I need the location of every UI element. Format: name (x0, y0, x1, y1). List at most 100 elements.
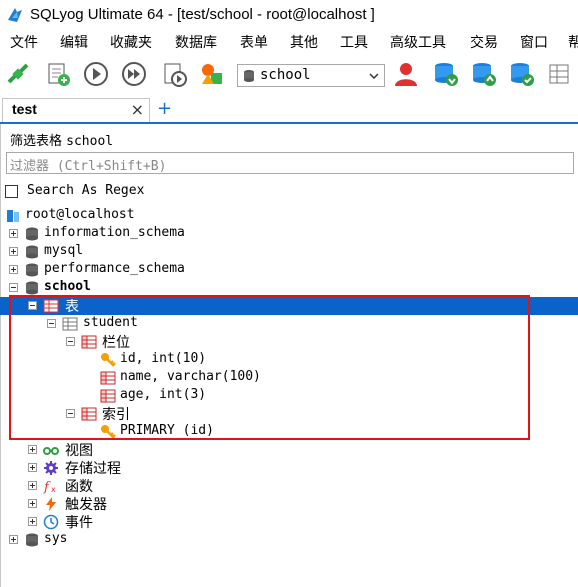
events-label: 事件 (65, 515, 93, 531)
menu-window[interactable]: 窗口 (520, 32, 548, 52)
menu-advanced-tools[interactable]: 高级工具 (390, 32, 446, 52)
column-icon (100, 389, 116, 403)
add-tab-icon[interactable]: + (157, 98, 172, 119)
regex-checkbox[interactable] (5, 185, 18, 198)
tab-label: test (12, 101, 37, 117)
tree-node-table[interactable]: student (0, 315, 578, 333)
tree-node-functions-folder[interactable]: f x 函数 (0, 477, 578, 495)
menu-table[interactable]: 表单 (240, 32, 268, 52)
user-manager-icon[interactable] (392, 60, 420, 88)
tree-node-index[interactable]: PRIMARY (id) (0, 423, 578, 441)
server-icon (7, 210, 19, 222)
menu-file[interactable]: 文件 (10, 32, 38, 52)
tree-node-database[interactable]: performance_schema (0, 261, 578, 279)
views-label: 视图 (65, 443, 93, 459)
filter-db-name: school (66, 134, 114, 149)
menu-other[interactable]: 其他 (290, 32, 318, 52)
functions-label: 函数 (65, 479, 93, 495)
filter-label: 筛选表格 school (10, 134, 114, 149)
tree-node-columns-folder[interactable]: 栏位 (0, 333, 578, 351)
column-label: name, varchar(100) (120, 369, 261, 384)
database-icon (26, 227, 38, 241)
expand-icon[interactable] (9, 535, 18, 544)
table-icon (62, 317, 78, 331)
expand-icon[interactable] (9, 265, 18, 274)
tree-node-index-folder[interactable]: 索引 (0, 405, 578, 423)
function-icon: f x (43, 480, 56, 494)
chevron-down-icon[interactable] (368, 70, 380, 82)
menu-transaction[interactable]: 交易 (470, 32, 498, 52)
database-label: mysql (44, 243, 84, 258)
filter-input[interactable]: 过滤器 (Ctrl+Shift+B) (6, 152, 574, 174)
close-icon[interactable]: × (131, 100, 144, 119)
execute-edit-icon[interactable] (160, 60, 188, 88)
collapse-icon[interactable] (66, 409, 75, 418)
table-export-icon[interactable] (546, 60, 574, 88)
menu-bar: 文件 编辑 收藏夹 数据库 表单 其他 工具 高级工具 交易 窗口 帮 (0, 30, 578, 52)
database-sync-icon[interactable] (508, 60, 536, 88)
collapse-icon[interactable] (66, 337, 75, 346)
tree-node-database-school[interactable]: school (0, 279, 578, 297)
regex-label: Search As Regex (27, 183, 145, 198)
tree-node-connection[interactable]: root@localhost (0, 207, 578, 225)
tree-node-column[interactable]: name, varchar(100) (0, 369, 578, 387)
tab-test[interactable]: test × (2, 98, 150, 122)
filter-placeholder: 过滤器 (Ctrl+Shift+B) (10, 159, 167, 174)
execute-query-icon[interactable] (82, 60, 110, 88)
database-label: performance_schema (44, 261, 185, 276)
tree-node-procedures-folder[interactable]: 存储过程 (0, 459, 578, 477)
database-select[interactable]: school (237, 64, 385, 87)
expand-icon[interactable] (28, 463, 37, 472)
window-title: SQLyog Ultimate 64 - [test/school - root… (30, 6, 375, 23)
new-query-icon[interactable] (44, 60, 72, 88)
clock-icon (43, 514, 59, 530)
restore-database-icon[interactable] (470, 60, 498, 88)
primary-key-icon (101, 425, 116, 439)
tree-node-tables-folder[interactable]: 表 (0, 297, 578, 315)
tree-node-views-folder[interactable]: 视图 (0, 441, 578, 459)
tree-node-events-folder[interactable]: 事件 (0, 513, 578, 531)
tree-node-column[interactable]: age, int(3) (0, 387, 578, 405)
expand-icon[interactable] (9, 229, 18, 238)
database-label: sys (44, 531, 68, 546)
collapse-icon[interactable] (9, 283, 18, 292)
expand-icon[interactable] (28, 517, 37, 526)
sqlyog-logo-icon (8, 8, 22, 22)
menu-favorites[interactable]: 收藏夹 (110, 32, 152, 52)
expand-icon[interactable] (28, 481, 37, 490)
primary-key-icon (101, 353, 116, 367)
triggers-label: 触发器 (65, 497, 107, 513)
svg-text:x: x (51, 485, 56, 494)
menu-edit[interactable]: 编辑 (60, 32, 88, 52)
database-select-value: school (260, 67, 311, 83)
lightning-icon (46, 497, 56, 511)
expand-icon[interactable] (9, 247, 18, 256)
tab-bar: test × + (0, 98, 578, 124)
execute-all-icon[interactable] (120, 60, 148, 88)
expand-icon[interactable] (28, 499, 37, 508)
tree-node-column[interactable]: id, int(10) (0, 351, 578, 369)
database-label: school (44, 279, 91, 294)
views-icon (43, 447, 59, 455)
schema-designer-icon[interactable] (198, 60, 226, 88)
menu-database[interactable]: 数据库 (175, 32, 217, 52)
database-icon (26, 263, 38, 277)
menu-help[interactable]: 帮 (568, 32, 578, 52)
title-bar: SQLyog Ultimate 64 - [test/school - root… (0, 0, 578, 30)
tree-node-database[interactable]: sys (0, 531, 578, 549)
menu-tools[interactable]: 工具 (340, 32, 368, 52)
tables-folder-icon (43, 299, 59, 313)
tables-folder-label: 表 (65, 299, 79, 315)
expand-icon[interactable] (28, 445, 37, 454)
svg-text:f: f (43, 480, 51, 494)
backup-database-icon[interactable] (432, 60, 460, 88)
tree-node-database[interactable]: mysql (0, 243, 578, 261)
tree-node-triggers-folder[interactable]: 触发器 (0, 495, 578, 513)
collapse-icon[interactable] (28, 301, 37, 310)
procedures-label: 存储过程 (65, 461, 121, 477)
index-folder-label: 索引 (102, 407, 130, 423)
connect-icon[interactable] (4, 60, 32, 88)
tree-node-database[interactable]: information_schema (0, 225, 578, 243)
collapse-icon[interactable] (47, 319, 56, 328)
column-label: id, int(10) (120, 351, 207, 366)
